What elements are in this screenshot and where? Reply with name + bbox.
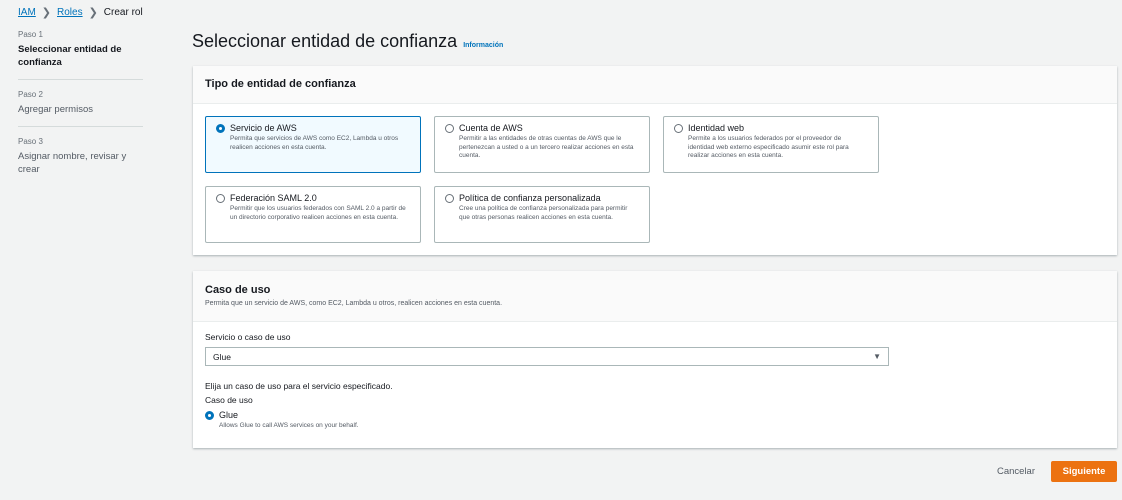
use-case-option-description: Allows Glue to call AWS services on your… — [219, 422, 359, 429]
use-case-option-glue[interactable]: Glue — [205, 410, 1105, 420]
step-title: Seleccionar entidad de confianza — [18, 44, 122, 68]
panel-description: Permita que un servicio de AWS, como EC2… — [205, 300, 503, 307]
use-case-panel: Caso de uso Permita que un servicio de A… — [193, 271, 1117, 448]
option-description: Permitir a las entidades de otras cuenta… — [459, 135, 634, 159]
option-saml-federation[interactable]: Federación SAML 2.0 Permitir que los usu… — [205, 186, 421, 243]
breadcrumb: IAM ❯ Roles ❯ Crear rol — [18, 6, 143, 19]
option-description: Cree una política de confianza personali… — [459, 205, 628, 221]
use-case-label: Caso de uso — [205, 395, 253, 405]
step-title: Asignar nombre, revisar y crear — [18, 151, 127, 175]
option-title: Identidad web — [688, 123, 745, 133]
radio-selected-icon[interactable] — [216, 123, 225, 133]
step-title: Agregar permisos — [18, 104, 93, 115]
wizard-footer: Cancelar Siguiente — [997, 461, 1117, 482]
page-title-row: Seleccionar entidad de confianza Informa… — [192, 31, 503, 52]
panel-header: Tipo de entidad de confianza — [193, 66, 1117, 104]
step-1: Paso 1 Seleccionar entidad de confianza — [18, 30, 143, 80]
step-2: Paso 2 Agregar permisos — [18, 90, 143, 127]
next-button[interactable]: Siguiente — [1051, 461, 1117, 482]
use-case-body: Servicio o caso de uso Glue ▼ Elija un c… — [193, 322, 1117, 439]
option-title: Cuenta de AWS — [459, 123, 523, 133]
radio-icon[interactable] — [674, 123, 683, 133]
option-description: Permite a los usuarios federados por el … — [688, 135, 849, 159]
option-description: Permita que servicios de AWS como EC2, L… — [230, 135, 399, 151]
option-aws-service[interactable]: Servicio de AWS Permita que servicios de… — [205, 116, 421, 173]
page-title: Seleccionar entidad de confianza — [192, 31, 458, 51]
option-title: Federación SAML 2.0 — [230, 193, 317, 203]
radio-icon[interactable] — [445, 193, 454, 203]
breadcrumb-current: Crear rol — [103, 7, 143, 18]
step-number: Paso 3 — [18, 137, 43, 146]
step-number: Paso 1 — [18, 30, 43, 39]
service-label: Servicio o caso de uso — [205, 332, 291, 342]
option-aws-account[interactable]: Cuenta de AWS Permitir a las entidades d… — [434, 116, 650, 173]
panel-header: Caso de uso Permita que un servicio de A… — [193, 271, 1117, 322]
step-number: Paso 2 — [18, 90, 43, 99]
service-select[interactable]: Glue ▼ — [205, 347, 889, 366]
cancel-button[interactable]: Cancelar — [997, 466, 1035, 477]
step-3: Paso 3 Asignar nombre, revisar y crear — [18, 137, 143, 186]
choose-use-case-label: Elija un caso de uso para el servicio es… — [205, 381, 393, 391]
option-title: Servicio de AWS — [230, 123, 297, 133]
radio-icon[interactable] — [445, 123, 454, 133]
radio-icon[interactable] — [216, 193, 225, 203]
trust-entity-panel: Tipo de entidad de confianza Servicio de… — [193, 66, 1117, 255]
option-custom-trust-policy[interactable]: Política de confianza personalizada Cree… — [434, 186, 650, 243]
radio-selected-icon[interactable] — [205, 410, 214, 420]
breadcrumb-iam-link[interactable]: IAM — [18, 7, 36, 18]
caret-down-icon: ▼ — [873, 352, 881, 361]
chevron-right-icon: ❯ — [41, 7, 51, 19]
use-case-option-title: Glue — [219, 410, 239, 420]
breadcrumb-roles-link[interactable]: Roles — [57, 7, 83, 18]
chevron-right-icon: ❯ — [88, 7, 98, 19]
option-title: Política de confianza personalizada — [459, 193, 601, 203]
panel-heading: Tipo de entidad de confianza — [205, 78, 356, 90]
wizard-steps: Paso 1 Seleccionar entidad de confianza … — [18, 30, 143, 196]
trust-entity-options: Servicio de AWS Permita que servicios de… — [193, 104, 1117, 255]
service-select-value: Glue — [213, 351, 231, 362]
option-web-identity[interactable]: Identidad web Permite a los usuarios fed… — [663, 116, 879, 173]
option-description: Permitir que los usuarios federados con … — [230, 205, 406, 221]
panel-heading: Caso de uso — [205, 284, 271, 296]
info-link[interactable]: Información — [463, 42, 503, 49]
